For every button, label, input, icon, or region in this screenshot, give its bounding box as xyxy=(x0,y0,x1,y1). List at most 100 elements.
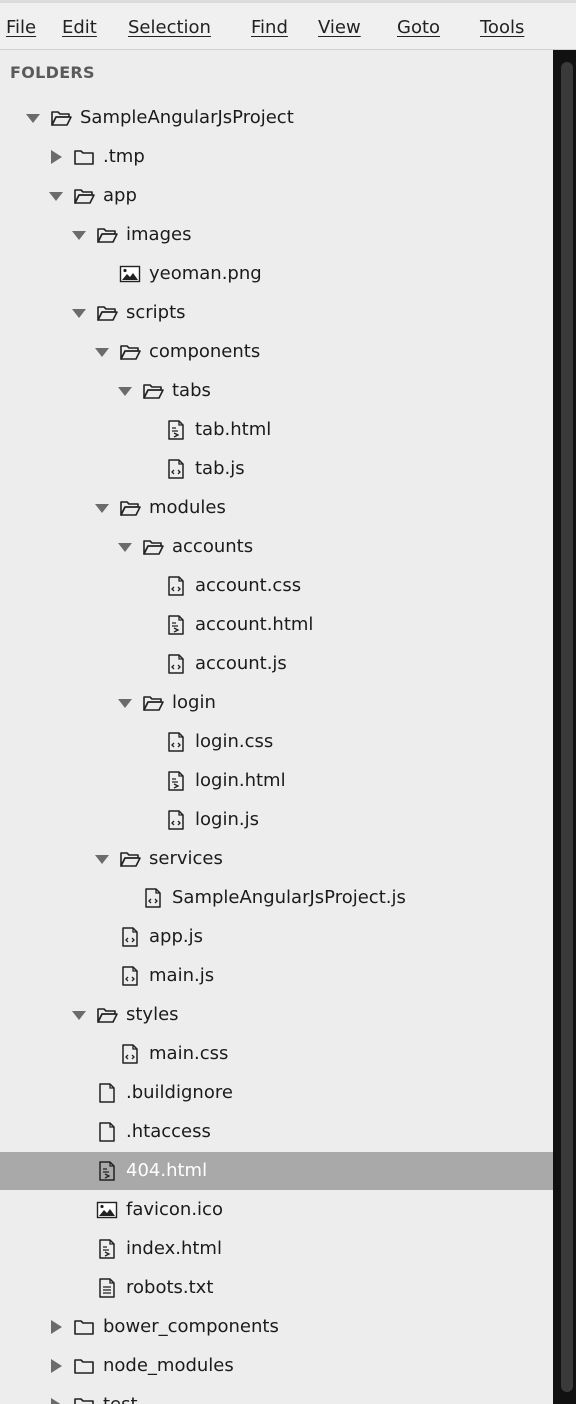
code-file-icon xyxy=(119,927,141,947)
tree-item-label: services xyxy=(149,848,223,869)
file-row[interactable]: account.css xyxy=(0,567,553,605)
code-file-icon xyxy=(165,810,187,830)
disclosure-collapsed-icon[interactable] xyxy=(48,1358,64,1374)
tree-item-label: node_modules xyxy=(103,1355,234,1376)
folder-row[interactable]: modules xyxy=(0,489,553,527)
disclosure-expanded-icon[interactable] xyxy=(94,851,110,867)
file-row[interactable]: index.html xyxy=(0,1230,553,1268)
file-row[interactable]: robots.txt xyxy=(0,1269,553,1307)
tree-item-label: account.js xyxy=(195,653,287,674)
file-row[interactable]: favicon.ico xyxy=(0,1191,553,1229)
tree-item-label: login xyxy=(172,692,216,713)
disclosure-expanded-icon[interactable] xyxy=(94,344,110,360)
tree-item-label: bower_components xyxy=(103,1316,279,1337)
folder-icon xyxy=(73,147,95,167)
tree-item-label: main.js xyxy=(149,965,215,986)
file-row[interactable]: SampleAngularJsProject.js xyxy=(0,879,553,917)
folder-row[interactable]: test xyxy=(0,1386,553,1404)
tree-item-label: modules xyxy=(149,497,226,518)
file-row[interactable]: 404.html xyxy=(0,1152,553,1190)
html-file-icon xyxy=(165,420,187,440)
menu-view[interactable]: View xyxy=(318,17,361,38)
tree-item-label: tab.html xyxy=(195,419,272,440)
folder-row[interactable]: SampleAngularJsProject xyxy=(0,99,553,137)
folder-row[interactable]: accounts xyxy=(0,528,553,566)
code-file-icon xyxy=(142,888,164,908)
file-row[interactable]: login.css xyxy=(0,723,553,761)
disclosure-collapsed-icon[interactable] xyxy=(48,149,64,165)
file-row[interactable]: tab.html xyxy=(0,411,553,449)
tree-item-label: login.css xyxy=(195,731,274,752)
html-file-icon xyxy=(96,1161,118,1181)
file-row[interactable]: tab.js xyxy=(0,450,553,488)
folder-row[interactable]: node_modules xyxy=(0,1347,553,1385)
disclosure-expanded-icon[interactable] xyxy=(94,500,110,516)
tree-item-label: components xyxy=(149,341,261,362)
file-row[interactable]: account.js xyxy=(0,645,553,683)
tree-item-label: login.html xyxy=(195,770,286,791)
file-icon xyxy=(96,1122,118,1142)
folder-icon xyxy=(73,1395,95,1404)
disclosure-expanded-icon[interactable] xyxy=(117,695,133,711)
folders-header: FOLDERS xyxy=(10,63,95,82)
tree-item-label: test xyxy=(103,1394,138,1404)
disclosure-expanded-icon[interactable] xyxy=(71,1007,87,1023)
tree-item-label: SampleAngularJsProject.js xyxy=(172,887,406,908)
folder-open-icon xyxy=(119,849,141,869)
disclosure-collapsed-icon[interactable] xyxy=(48,1319,64,1335)
menu-file[interactable]: File xyxy=(6,17,36,38)
disclosure-expanded-icon[interactable] xyxy=(71,227,87,243)
folder-row[interactable]: scripts xyxy=(0,294,553,332)
file-row[interactable]: account.html xyxy=(0,606,553,644)
html-file-icon xyxy=(165,615,187,635)
disclosure-expanded-icon[interactable] xyxy=(117,539,133,555)
disclosure-collapsed-icon[interactable] xyxy=(48,1397,64,1404)
disclosure-expanded-icon[interactable] xyxy=(71,305,87,321)
file-row[interactable]: main.js xyxy=(0,957,553,995)
file-row[interactable]: yeoman.png xyxy=(0,255,553,293)
code-file-icon xyxy=(165,654,187,674)
folder-icon xyxy=(73,1356,95,1376)
tree-item-label: .buildignore xyxy=(126,1082,233,1103)
scrollbar-thumb[interactable] xyxy=(561,62,573,1392)
disclosure-expanded-icon[interactable] xyxy=(48,188,64,204)
tree-item-label: tab.js xyxy=(195,458,245,479)
menu-bar: File Edit Selection Find View Goto Tools xyxy=(0,0,576,50)
tree-item-label: favicon.ico xyxy=(126,1199,223,1220)
folder-row[interactable]: styles xyxy=(0,996,553,1034)
folder-open-icon xyxy=(142,693,164,713)
html-file-icon xyxy=(96,1239,118,1259)
file-row[interactable]: login.js xyxy=(0,801,553,839)
folder-row[interactable]: services xyxy=(0,840,553,878)
menu-goto[interactable]: Goto xyxy=(397,17,440,38)
disclosure-expanded-icon[interactable] xyxy=(117,383,133,399)
file-icon xyxy=(96,1083,118,1103)
folder-open-icon xyxy=(96,303,118,323)
html-file-icon xyxy=(165,771,187,791)
folder-row[interactable]: app xyxy=(0,177,553,215)
code-file-icon xyxy=(165,459,187,479)
folder-row[interactable]: .tmp xyxy=(0,138,553,176)
folder-row[interactable]: bower_components xyxy=(0,1308,553,1346)
file-row[interactable]: login.html xyxy=(0,762,553,800)
folder-row[interactable]: tabs xyxy=(0,372,553,410)
menu-selection[interactable]: Selection xyxy=(128,17,211,38)
folder-row[interactable]: login xyxy=(0,684,553,722)
folder-row[interactable]: components xyxy=(0,333,553,371)
file-row[interactable]: app.js xyxy=(0,918,553,956)
folder-row[interactable]: images xyxy=(0,216,553,254)
file-row[interactable]: .htaccess xyxy=(0,1113,553,1151)
image-file-icon xyxy=(96,1200,118,1220)
file-row[interactable]: main.css xyxy=(0,1035,553,1073)
tree-item-label: index.html xyxy=(126,1238,222,1259)
file-row[interactable]: .buildignore xyxy=(0,1074,553,1112)
tree-item-label: robots.txt xyxy=(126,1277,214,1298)
folder-icon xyxy=(73,1317,95,1337)
tree-item-label: app.js xyxy=(149,926,203,947)
code-file-icon xyxy=(165,576,187,596)
menu-tools[interactable]: Tools xyxy=(480,17,524,38)
folder-open-icon xyxy=(96,1005,118,1025)
menu-edit[interactable]: Edit xyxy=(62,17,97,38)
disclosure-expanded-icon[interactable] xyxy=(25,110,41,126)
menu-find[interactable]: Find xyxy=(251,17,288,38)
